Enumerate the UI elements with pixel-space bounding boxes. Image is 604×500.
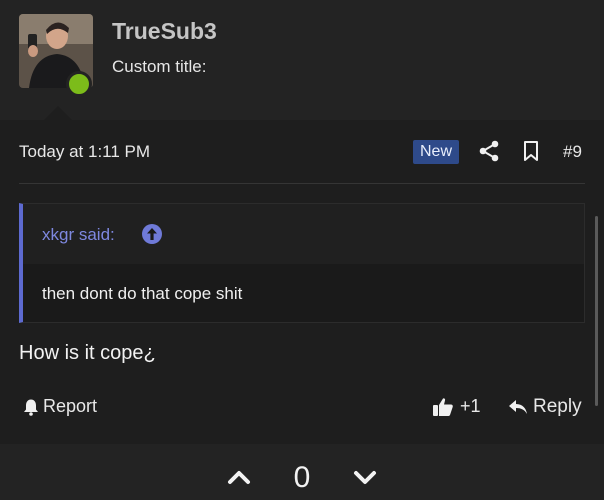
post-actions: Report +1 Reply <box>0 382 604 432</box>
quote-header: xkgr said: <box>23 204 584 264</box>
bell-icon <box>24 399 38 416</box>
thumbs-up-icon <box>433 397 453 416</box>
reply-label: Reply <box>533 396 582 417</box>
header-pointer <box>44 106 72 120</box>
report-label: Report <box>43 396 98 416</box>
post-text: How is it cope¿ <box>19 342 156 364</box>
bookmark-icon[interactable] <box>521 140 541 162</box>
vote-bar: 0 <box>0 444 604 500</box>
like-button[interactable]: +1 <box>432 396 481 417</box>
username[interactable]: TrueSub3 <box>112 18 217 45</box>
custom-title: Custom title: <box>112 57 207 76</box>
message-body: Today at 1:11 PM New #9 xkgr said: then … <box>0 120 604 444</box>
quote-text: then dont do that cope shit <box>42 284 243 303</box>
post-number[interactable]: #9 <box>563 142 582 162</box>
quote-block: xkgr said: then dont do that cope shit <box>19 203 585 323</box>
report-button[interactable]: Report <box>22 396 97 417</box>
share-icon[interactable] <box>478 140 500 162</box>
forum-post-page: TrueSub3 Custom title: Today at 1:11 PM … <box>0 0 604 500</box>
post-meta-row: Today at 1:11 PM New #9 <box>0 120 604 184</box>
reply-arrow-icon <box>509 400 527 414</box>
scrollbar[interactable] <box>595 216 598 406</box>
quote-author[interactable]: xkgr said: <box>42 225 115 245</box>
meta-divider <box>19 183 585 184</box>
post-date[interactable]: Today at 1:11 PM <box>19 142 150 162</box>
new-badge: New <box>413 140 460 164</box>
vote-count: 0 <box>293 461 311 494</box>
upvote-chevron-icon[interactable] <box>227 469 251 485</box>
arrow-up-circle-icon[interactable] <box>141 223 163 245</box>
downvote-chevron-icon[interactable] <box>353 470 377 486</box>
online-status-indicator <box>66 71 92 97</box>
user-header: TrueSub3 Custom title: <box>0 0 604 120</box>
like-count: +1 <box>460 396 481 416</box>
reply-button[interactable]: Reply <box>508 396 582 418</box>
